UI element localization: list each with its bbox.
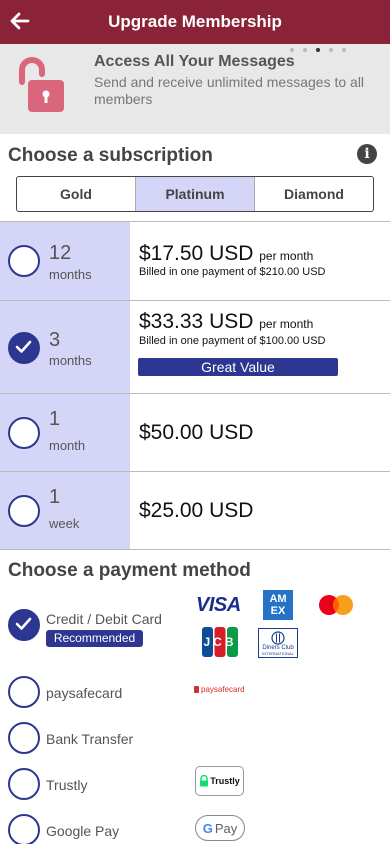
plan-option-1-month[interactable]: 1 month $50.00 USD <box>0 394 390 472</box>
payment-label-paysafecard[interactable]: paysafecard <box>46 685 122 701</box>
trustly-logo: Trustly <box>195 766 244 796</box>
diners-club-mark <box>271 631 285 645</box>
payment-radio-trustly[interactable] <box>8 768 40 800</box>
page-title: Upgrade Membership <box>108 12 282 31</box>
google-pay-text: Pay <box>214 820 238 836</box>
plan-radio[interactable] <box>8 245 40 277</box>
plan-term-number: 12 <box>49 242 72 264</box>
plan-radio-checked[interactable] <box>8 332 40 364</box>
payment-radio-bank-transfer[interactable] <box>8 722 40 754</box>
plan-term-unit: month <box>49 438 86 453</box>
payment-radio-paysafecard[interactable] <box>8 676 40 708</box>
tab-platinum[interactable]: Platinum <box>135 177 254 211</box>
plan-price-amount: $25.00 USD <box>139 499 254 522</box>
carousel-dot[interactable] <box>316 48 320 52</box>
plan-term-unit: week <box>49 516 80 531</box>
payment-label-card[interactable]: Credit / Debit Card <box>46 611 162 627</box>
paysafecard-logo: paysafecard <box>194 683 245 695</box>
diners-club-logo: Diners Club INTERNATIONAL <box>258 628 298 658</box>
plan-radio[interactable] <box>8 417 40 449</box>
amex-logo-line-1: AM <box>269 593 287 605</box>
plan-price-amount: $17.50 USD <box>139 242 254 265</box>
plan-option-1-week[interactable]: 1 week $25.00 USD <box>0 472 390 550</box>
plan-price: $33.33 USD per month <box>139 310 313 334</box>
plan-option-3-months[interactable]: 3 months $33.33 USD per month Billed in … <box>0 301 390 394</box>
payment-label-bank-transfer[interactable]: Bank Transfer <box>46 731 133 747</box>
amex-logo-line-2: EX <box>270 605 286 617</box>
plan-option-12-months[interactable]: 12 months $17.50 USD per month Billed in… <box>0 222 390 301</box>
plan-term-unit: months <box>49 353 92 368</box>
tab-diamond[interactable]: Diamond <box>254 177 373 211</box>
banner-title: Access All Your Messages <box>94 53 295 70</box>
carousel-dot[interactable] <box>290 48 294 52</box>
plan-radio[interactable] <box>8 495 40 527</box>
checkmark-icon <box>15 617 32 630</box>
checkmark-icon <box>15 340 32 353</box>
tab-gold[interactable]: Gold <box>17 177 135 211</box>
visa-logo: VISA <box>196 594 241 616</box>
plan-price-period: per month <box>259 249 314 263</box>
plan-billing-note: Billed in one payment of $100.00 USD <box>139 335 326 347</box>
great-value-badge: Great Value <box>138 358 338 376</box>
plan-term-unit: months <box>49 267 92 282</box>
amex-logo: AM EX <box>263 590 293 620</box>
carousel-dot[interactable] <box>342 48 346 52</box>
subscription-heading: Choose a subscription <box>8 145 213 166</box>
plan-term-number: 1 <box>49 486 61 508</box>
payment-radio-card-checked[interactable] <box>8 609 40 641</box>
plan-price-amount: $33.33 USD <box>139 310 254 333</box>
jcb-logo: JCB <box>202 627 238 657</box>
payment-heading: Choose a payment method <box>8 560 251 581</box>
payment-label-trustly[interactable]: Trustly <box>46 777 87 793</box>
carousel-dot[interactable] <box>329 48 333 52</box>
paysafecard-logo-text: paysafecard <box>201 684 245 694</box>
payment-label-google-pay[interactable]: Google Pay <box>46 823 119 839</box>
plan-price-amount: $50.00 USD <box>139 421 254 444</box>
plan-price-period: per month <box>259 317 314 331</box>
trustly-mark <box>200 775 209 787</box>
header-bar: Upgrade Membership <box>0 0 390 44</box>
plan-term-number: 1 <box>49 408 61 430</box>
trustly-logo-text: Trustly <box>210 776 240 786</box>
tier-tabs: Gold Platinum Diamond <box>16 176 374 212</box>
plan-price: $17.50 USD per month <box>139 242 313 266</box>
unlocked-padlock-icon <box>19 57 64 112</box>
google-pay-logo: G Pay <box>195 815 245 841</box>
recommended-badge: Recommended <box>46 630 143 647</box>
diners-club-subtext: INTERNATIONAL <box>262 651 294 656</box>
info-icon[interactable]: i <box>357 144 377 164</box>
plan-billing-note: Billed in one payment of $210.00 USD <box>139 266 326 278</box>
paysafecard-lock-mark <box>194 685 199 693</box>
jcb-logo-text: JCB <box>203 635 237 649</box>
carousel-dots <box>290 48 346 52</box>
plan-list: 12 months $17.50 USD per month Billed in… <box>0 221 390 550</box>
mastercard-logo <box>319 595 353 615</box>
banner-text: Send and receive unlimited messages to a… <box>94 74 365 107</box>
feature-banner[interactable]: Access All Your Messages Send and receiv… <box>0 44 390 134</box>
carousel-dot[interactable] <box>303 48 307 52</box>
payment-radio-google-pay[interactable] <box>8 814 40 844</box>
plan-term-number: 3 <box>49 329 61 351</box>
google-g-icon: G <box>202 820 213 836</box>
